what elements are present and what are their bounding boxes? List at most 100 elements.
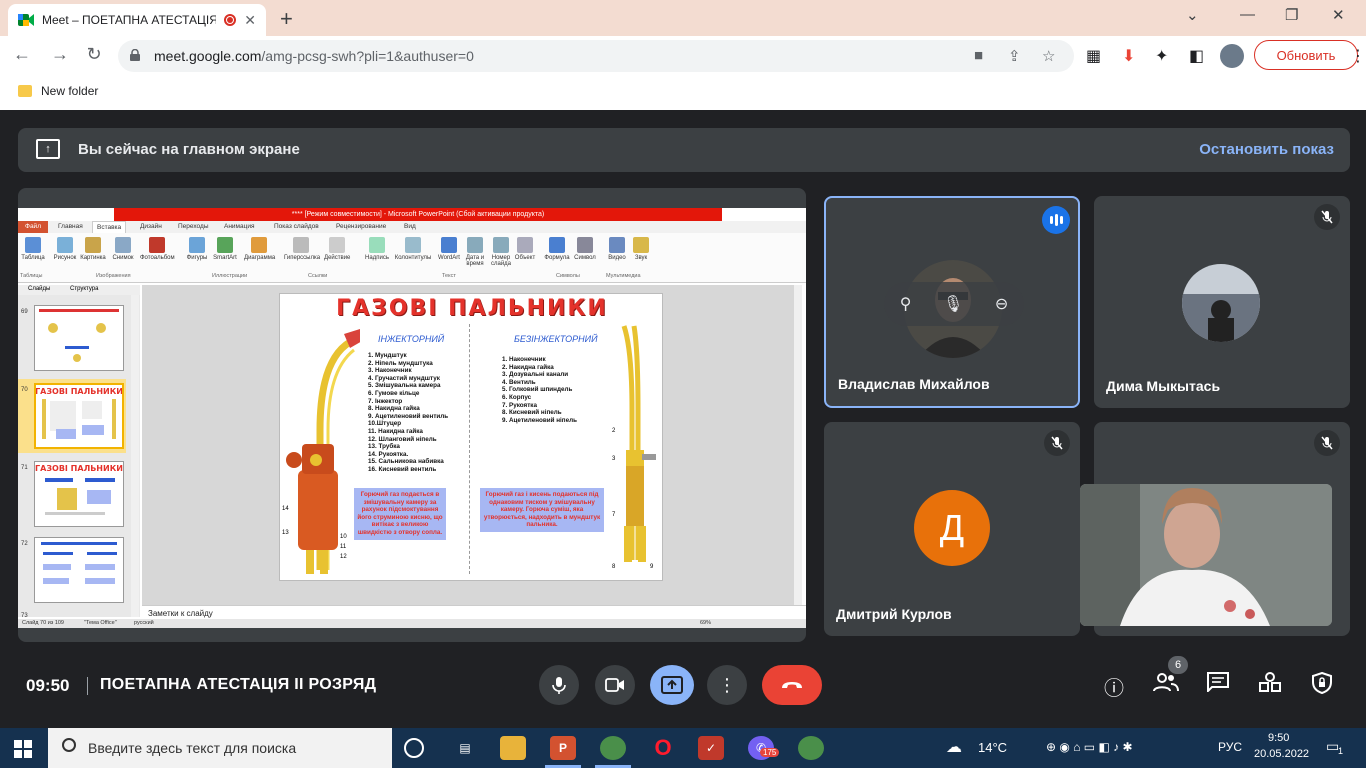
non-injector-parts-list: 1. Наконечник 2. Накидна гайка 3. Дозуваль… bbox=[502, 356, 577, 424]
windows-start-icon[interactable] bbox=[14, 740, 32, 758]
task-view-icon[interactable]: ▤ bbox=[452, 736, 478, 760]
tab-search-icon[interactable]: ⌄ bbox=[1186, 6, 1199, 24]
ppt-btn-album[interactable]: Фотоальбом bbox=[140, 237, 175, 261]
camera-button[interactable] bbox=[595, 665, 635, 705]
ppt-btn-action[interactable]: Действие bbox=[324, 237, 350, 261]
microphone-button[interactable] bbox=[539, 665, 579, 705]
meeting-info-icon[interactable]: ⓘ bbox=[1100, 672, 1128, 701]
ppt-group-media: Мультимедиа bbox=[606, 273, 641, 279]
weather-icon[interactable]: ☁ bbox=[946, 737, 962, 757]
ppt-btn-clipart[interactable]: Картинка bbox=[80, 237, 106, 261]
ppt-btn-wordart[interactable]: WordArt bbox=[436, 237, 462, 261]
ppt-tab-design[interactable]: Дизайн bbox=[140, 223, 162, 230]
address-bar[interactable]: meet.google.com/amg-pcsg-swh?pli=1&authu… bbox=[118, 40, 1074, 72]
ppt-tab-file[interactable]: Файл bbox=[18, 221, 48, 233]
notification-count: 1 bbox=[1338, 746, 1344, 756]
update-button[interactable]: Обновить bbox=[1254, 40, 1358, 70]
mute-participant-icon[interactable]: 🎙 bbox=[943, 294, 963, 314]
ppt-btn-audio[interactable]: Звук bbox=[628, 237, 654, 261]
thumbnails-scrollbar[interactable] bbox=[131, 295, 139, 617]
ppt-slides-tab[interactable]: Слайды bbox=[28, 286, 50, 292]
ppt-btn-object[interactable]: Объект bbox=[512, 237, 538, 261]
powerpoint-taskbar-icon[interactable]: P bbox=[550, 736, 576, 760]
svg-text:ГАЗОВІ ПАЛЬНИКИ: ГАЗОВІ ПАЛЬНИКИ bbox=[35, 464, 123, 473]
star-icon[interactable]: ☆ bbox=[1042, 47, 1055, 65]
cortana-icon[interactable] bbox=[404, 738, 424, 758]
ppt-btn-video[interactable]: Видео bbox=[604, 237, 630, 261]
bookmark-new-folder[interactable]: New folder bbox=[18, 84, 98, 98]
participant-tile-dmytro[interactable]: Д Дмитрий Курлов bbox=[824, 422, 1080, 636]
slide-thumbnail[interactable]: ГАЗОВІ ПАЛЬНИКИ bbox=[34, 461, 124, 527]
ppt-btn-symbol[interactable]: Символ bbox=[572, 237, 598, 261]
ppt-tab-transitions[interactable]: Переходы bbox=[178, 223, 209, 230]
ppt-tab-view[interactable]: Вид bbox=[404, 223, 416, 230]
app-red-icon[interactable]: ✓ bbox=[698, 736, 724, 760]
back-icon[interactable]: ← bbox=[10, 44, 34, 65]
reload-icon[interactable]: ↻ bbox=[82, 44, 106, 65]
meeting-title: ПОЕТАПНА АТЕСТАЦІЯ ІІ РОЗРЯД bbox=[100, 676, 377, 693]
side-panel-icon[interactable]: ◧ bbox=[1189, 46, 1204, 66]
camera-icon[interactable]: ■ bbox=[974, 47, 983, 64]
ppt-tab-animation[interactable]: Анимация bbox=[224, 223, 255, 230]
chrome-taskbar-icon[interactable] bbox=[600, 736, 626, 760]
ppt-btn-table[interactable]: Таблица bbox=[20, 237, 46, 261]
forward-icon[interactable]: → bbox=[48, 44, 72, 65]
slide-thumbnail-current[interactable]: ГАЗОВІ ПАЛЬНИКИ bbox=[34, 383, 124, 449]
download-icon[interactable]: ⬇ bbox=[1122, 46, 1135, 66]
profile-avatar[interactable] bbox=[1220, 44, 1244, 68]
mic-off-icon bbox=[1044, 430, 1070, 456]
slide-thumbnail[interactable] bbox=[34, 305, 124, 371]
extensions-icon[interactable]: ✦ bbox=[1155, 46, 1168, 66]
chat-icon[interactable] bbox=[1204, 672, 1232, 698]
present-button[interactable] bbox=[650, 665, 694, 705]
people-icon[interactable] bbox=[1152, 672, 1180, 698]
tray-icons[interactable]: ⊕ ◉ ⌂ ▭ ◧ ♪ ✱ bbox=[1046, 740, 1133, 754]
file-explorer-icon[interactable] bbox=[500, 736, 526, 760]
participant-tile-dyma[interactable]: Дима Мыкытась bbox=[1094, 196, 1350, 408]
slide-thumbnail[interactable] bbox=[34, 537, 124, 603]
slide-scrollbar[interactable] bbox=[794, 285, 802, 605]
ppt-tab-review[interactable]: Рецензирование bbox=[336, 223, 386, 230]
menu-icon[interactable]: ⋮ bbox=[1350, 46, 1366, 66]
ppt-btn-slide-number[interactable]: Номер слайда bbox=[488, 237, 514, 267]
opera-icon[interactable]: O bbox=[650, 735, 676, 760]
ppt-tab-home[interactable]: Главная bbox=[58, 223, 83, 230]
ppt-btn-screenshot[interactable]: Снимок bbox=[110, 237, 136, 261]
ppt-side-tabs: Слайды Структура bbox=[18, 285, 140, 295]
ppt-outline-tab[interactable]: Структура bbox=[70, 286, 98, 292]
ppt-btn-datetime[interactable]: Дата и время bbox=[462, 237, 488, 267]
taskbar-search-box[interactable]: Введите здесь текст для поиска bbox=[48, 728, 392, 768]
tab-close-icon[interactable]: ✕ bbox=[244, 12, 256, 29]
ppt-tab-insert[interactable]: Вставка bbox=[92, 221, 127, 233]
browser-tab[interactable]: Meet – ПОЕТАПНА АТЕСТАЦІЯ ✕ bbox=[8, 4, 266, 36]
activities-icon[interactable] bbox=[1256, 672, 1284, 698]
remove-participant-icon[interactable]: ⊖ bbox=[995, 294, 1008, 314]
window-close-icon[interactable]: ✕ bbox=[1332, 6, 1345, 24]
ppt-btn-textbox[interactable]: Надпись bbox=[364, 237, 390, 261]
ppt-btn-shapes[interactable]: Фигуры bbox=[184, 237, 210, 261]
hang-up-icon bbox=[782, 682, 802, 688]
host-controls-icon[interactable] bbox=[1308, 671, 1336, 700]
stop-presenting-button[interactable]: Остановить показ bbox=[1199, 141, 1334, 158]
minimize-icon[interactable]: — bbox=[1240, 6, 1255, 23]
restore-icon[interactable]: ❐ bbox=[1285, 6, 1298, 24]
non-injector-torch-drawing: 2 3 7 8 9 bbox=[612, 325, 656, 570]
pin-icon[interactable]: ⚲ bbox=[900, 294, 912, 314]
ppt-btn-equation[interactable]: Формула bbox=[544, 237, 570, 261]
ppt-btn-picture[interactable]: Рисунок bbox=[52, 237, 78, 261]
share-icon[interactable]: ⇪ bbox=[1008, 47, 1021, 65]
more-options-button[interactable]: ⋮ bbox=[707, 665, 747, 705]
input-language[interactable]: РУС bbox=[1218, 740, 1242, 754]
ppt-btn-smartart[interactable]: SmartArt bbox=[212, 237, 238, 261]
leave-call-button[interactable] bbox=[762, 665, 822, 705]
self-view-tile[interactable]: Вы bbox=[1080, 484, 1332, 626]
participant-tile-vladyslav[interactable]: ⚲ 🎙 ⊖ Владислав Михайлов bbox=[824, 196, 1080, 408]
ppt-tab-slideshow[interactable]: Показ слайдов bbox=[274, 223, 319, 230]
ppt-btn-hyperlink[interactable]: Гиперссылка bbox=[284, 237, 320, 261]
new-tab-button[interactable]: + bbox=[280, 6, 293, 32]
ppt-btn-header-footer[interactable]: Колонтитулы bbox=[394, 237, 432, 261]
tab-title: Meet – ПОЕТАПНА АТЕСТАЦІЯ bbox=[42, 13, 217, 27]
qr-code-icon[interactable]: ▦ bbox=[1086, 46, 1101, 66]
ppt-btn-chart[interactable]: Диаграмма bbox=[244, 237, 275, 261]
chrome-profile-icon[interactable] bbox=[798, 736, 824, 760]
